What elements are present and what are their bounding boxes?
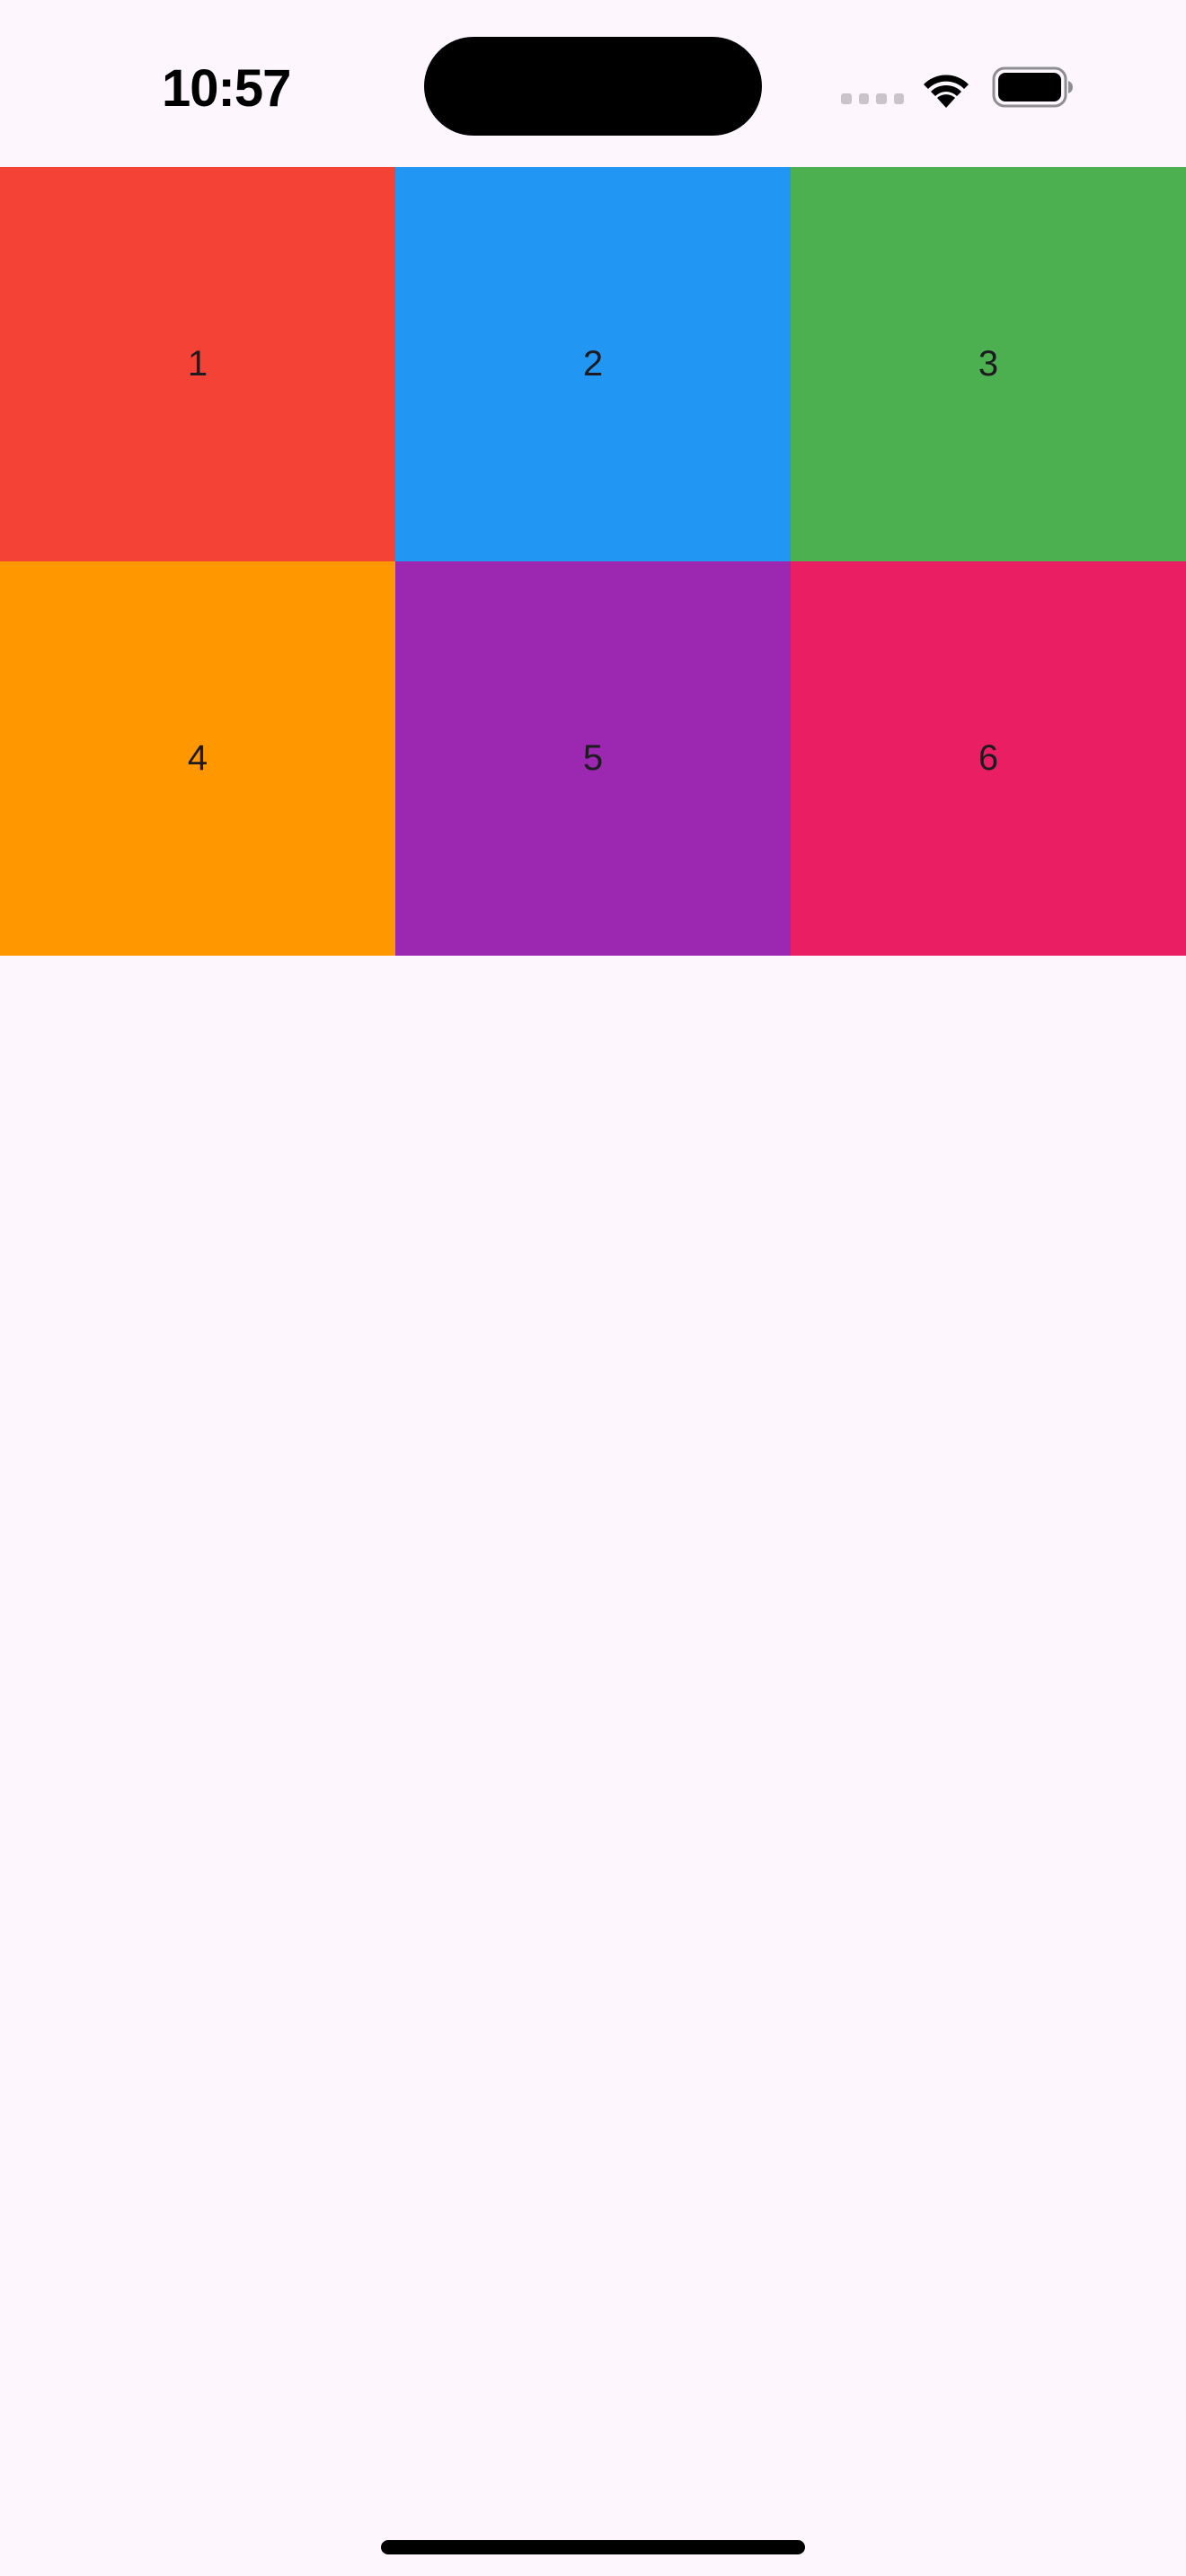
grid-tile-5[interactable]: 5: [395, 561, 791, 956]
grid-tile-1[interactable]: 1: [0, 167, 395, 561]
grid-tile-6[interactable]: 6: [791, 561, 1186, 956]
grid-tile-4[interactable]: 4: [0, 561, 395, 956]
cellular-signal-icon: [841, 93, 904, 106]
home-indicator[interactable]: [381, 2540, 805, 2554]
status-time: 10:57: [162, 59, 291, 118]
grid-tile-3[interactable]: 3: [791, 167, 1186, 561]
tile-label: 3: [978, 344, 999, 384]
dynamic-island: [424, 37, 762, 136]
battery-icon: [992, 66, 1073, 108]
wifi-icon: [924, 75, 969, 108]
color-grid: 1 2 3 4 5 6: [0, 167, 1186, 956]
grid-tile-2[interactable]: 2: [395, 167, 791, 561]
status-bar: 10:57: [0, 0, 1186, 167]
tile-label: 4: [187, 738, 208, 778]
tile-label: 2: [582, 344, 604, 384]
tile-label: 5: [582, 738, 604, 778]
tile-label: 1: [187, 344, 208, 384]
tile-label: 6: [978, 738, 999, 778]
